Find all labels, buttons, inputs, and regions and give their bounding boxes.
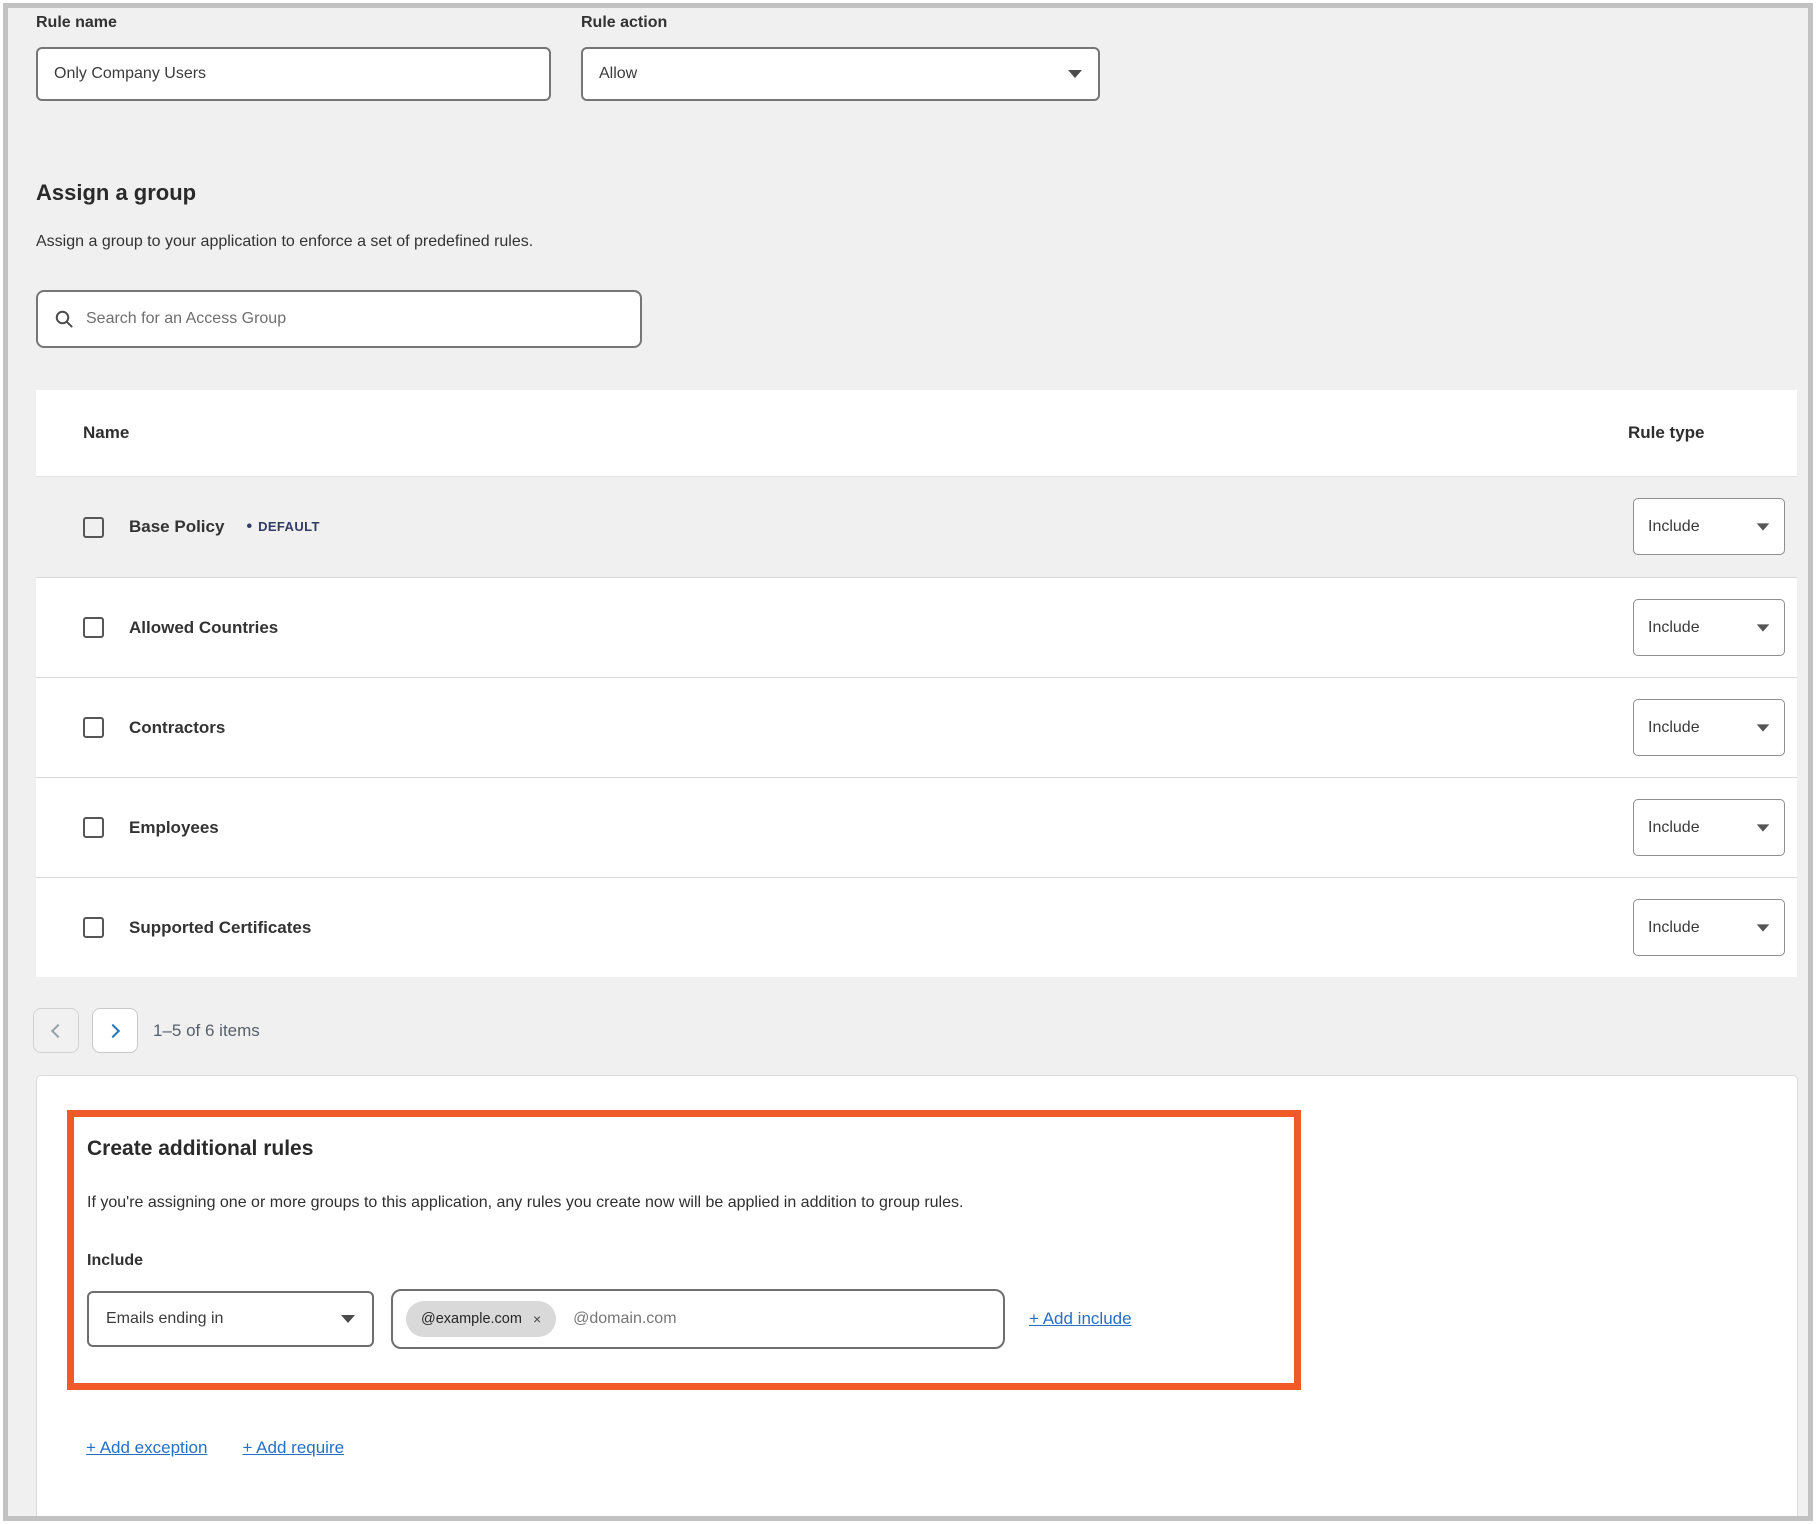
chevron-down-icon (1757, 924, 1770, 931)
badge-bullet-icon: • (246, 518, 252, 536)
include-label: Include (87, 1252, 1294, 1270)
email-domain-chip: @example.com × (406, 1301, 556, 1337)
additional-rules-heading: Create additional rules (87, 1137, 1294, 1161)
chevron-down-icon (1757, 624, 1770, 631)
rule-name-field-group: Rule name (36, 14, 551, 101)
add-include-link[interactable]: + Add include (1029, 1309, 1132, 1329)
chevron-down-icon (1757, 523, 1770, 530)
criteria-select[interactable]: Emails ending in (87, 1291, 374, 1347)
chevron-down-icon (341, 1315, 355, 1323)
rule-action-select[interactable]: Allow (581, 47, 1100, 101)
row-checkbox[interactable] (83, 517, 104, 538)
chevron-right-icon (106, 1023, 120, 1037)
chip-remove-icon[interactable]: × (533, 1312, 541, 1326)
rule-name-label: Rule name (36, 14, 551, 32)
rule-type-value: Include (1648, 819, 1700, 837)
search-icon (54, 309, 74, 329)
table-row-supported-certificates: Supported Certificates Include (36, 877, 1797, 977)
rule-type-select[interactable]: Include (1633, 599, 1785, 656)
access-groups-table: Name Rule type Base Policy • DEFAULT Inc… (36, 390, 1797, 977)
rule-action-label: Rule action (581, 14, 1100, 32)
group-name: Supported Certificates (129, 918, 311, 938)
name-column-header: Name (36, 423, 129, 443)
row-checkbox[interactable] (83, 717, 104, 738)
chip-label: @example.com (421, 1311, 522, 1327)
chevron-down-icon (1757, 824, 1770, 831)
rule-type-select[interactable]: Include (1633, 498, 1785, 555)
rule-action-value: Allow (599, 65, 637, 83)
table-row-employees: Employees Include (36, 777, 1797, 877)
assign-group-description: Assign a group to your application to en… (36, 233, 533, 251)
table-row-allowed-countries: Allowed Countries Include (36, 577, 1797, 677)
chevron-left-icon (51, 1023, 65, 1037)
rule-type-column-header: Rule type (1628, 423, 1705, 443)
group-name: Employees (129, 818, 219, 838)
table-header-row: Name Rule type (36, 390, 1797, 477)
pagination-range-label: 1–5 of 6 items (153, 1021, 260, 1041)
group-name: Contractors (129, 718, 225, 738)
badge-label: DEFAULT (258, 519, 320, 534)
assign-group-heading: Assign a group (36, 180, 196, 206)
group-name: Allowed Countries (129, 618, 278, 638)
email-domain-input[interactable] (573, 1310, 990, 1328)
default-badge: • DEFAULT (246, 518, 319, 536)
rule-name-input[interactable] (54, 49, 533, 99)
group-name: Base Policy (129, 517, 224, 537)
row-checkbox[interactable] (83, 917, 104, 938)
table-row-base-policy: Base Policy • DEFAULT Include (36, 477, 1797, 577)
table-row-contractors: Contractors Include (36, 677, 1797, 777)
pagination: 1–5 of 6 items (33, 1008, 260, 1053)
email-domain-input-wrapper: @example.com × (391, 1289, 1005, 1349)
chevron-down-icon (1757, 724, 1770, 731)
rule-footer-links: + Add exception + Add require (86, 1438, 344, 1458)
highlight-outline: Create additional rules If you're assign… (67, 1110, 1301, 1390)
chevron-down-icon (1068, 70, 1082, 78)
rule-type-select[interactable]: Include (1633, 899, 1785, 956)
next-page-button[interactable] (92, 1008, 138, 1053)
rule-type-select[interactable]: Include (1633, 699, 1785, 756)
rule-type-value: Include (1648, 619, 1700, 637)
rule-action-field-group: Rule action Allow (581, 14, 1100, 101)
rule-type-select[interactable]: Include (1633, 799, 1785, 856)
include-rule-row: Emails ending in @example.com × + Add in… (87, 1289, 1294, 1349)
rule-type-value: Include (1648, 518, 1700, 536)
rule-name-input-wrapper (36, 47, 551, 101)
additional-rules-description: If you're assigning one or more groups t… (87, 1194, 1294, 1212)
row-checkbox[interactable] (83, 817, 104, 838)
search-input[interactable] (86, 310, 624, 328)
row-checkbox[interactable] (83, 617, 104, 638)
rule-type-value: Include (1648, 919, 1700, 937)
access-rule-config-page: Rule name Rule action Allow Assign a gro… (0, 0, 1816, 1524)
previous-page-button[interactable] (33, 1008, 79, 1053)
add-exception-link[interactable]: + Add exception (86, 1438, 207, 1458)
rule-type-value: Include (1648, 719, 1700, 737)
criteria-value: Emails ending in (106, 1310, 223, 1328)
add-require-link[interactable]: + Add require (242, 1438, 344, 1458)
access-group-search (36, 290, 642, 348)
